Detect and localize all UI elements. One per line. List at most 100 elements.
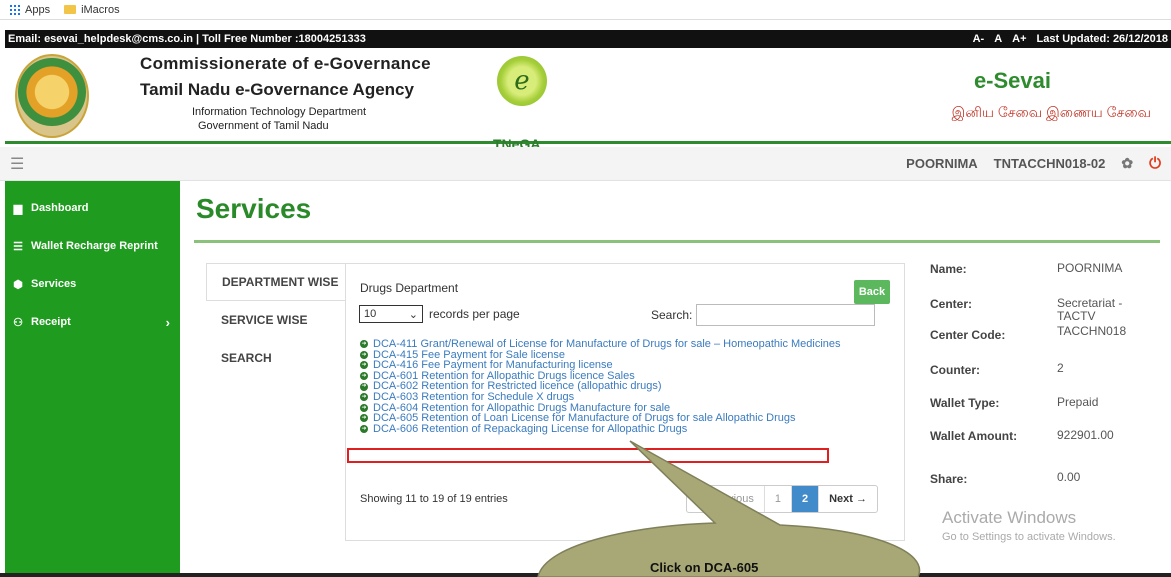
sidebar-item-wallet-recharge-reprint[interactable]: ☰ Wallet Recharge Reprint: [5, 227, 180, 265]
org-line2: Tamil Nadu e-Governance Agency: [140, 80, 414, 99]
sidebar-item-label: Receipt: [31, 316, 71, 328]
highlight-box: [347, 448, 829, 463]
center-code-value: TACCHN018: [1057, 324, 1127, 338]
folder-icon: [64, 5, 77, 14]
records-per-page: 10 ⌄ records per page: [359, 305, 520, 323]
power-icon[interactable]: ⏻: [1149, 155, 1161, 172]
contact-text: Email: esevai_helpdesk@cms.co.in | Toll …: [8, 33, 366, 45]
org-block: Commissionerate of e-Governance Tamil Na…: [140, 54, 431, 132]
font-large-button[interactable]: A+: [1012, 33, 1026, 45]
apps-bookmark[interactable]: Apps: [10, 4, 50, 16]
tab-list: DEPARTMENT WISE SERVICE WISE SEARCH: [206, 263, 346, 377]
org-line1: Commissionerate of e-Governance: [140, 54, 431, 73]
font-small-button[interactable]: A-: [973, 33, 985, 45]
arrow-circle-icon: ➜: [360, 350, 368, 359]
records-label: records per page: [429, 307, 520, 321]
name-label: Name:: [930, 262, 967, 276]
center-label: Center:: [930, 297, 973, 311]
arrow-circle-icon: ➜: [360, 372, 368, 381]
share-label: Share:: [930, 472, 968, 486]
sidebar: ▆ Dashboard ☰ Wallet Recharge Reprint ⬢ …: [5, 181, 180, 577]
entries-info: Showing 11 to 19 of 19 entries: [360, 493, 508, 505]
share-value: 0.00: [1057, 470, 1081, 484]
sidebar-item-dashboard[interactable]: ▆ Dashboard: [5, 189, 180, 227]
dashboard-icon: ▆: [13, 202, 23, 215]
watermark-title: Activate Windows: [942, 508, 1077, 527]
font-normal-button[interactable]: A: [994, 33, 1002, 45]
service-label: DCA-603 Retention for Schedule X drugs: [373, 390, 575, 403]
counter-label: Counter:: [930, 363, 980, 377]
sidebar-item-label: Services: [31, 278, 77, 290]
tab-department-wise[interactable]: DEPARTMENT WISE: [206, 263, 346, 301]
arrow-circle-icon: ➜: [360, 361, 368, 370]
user-code: TNTACCHN018-02: [993, 156, 1106, 171]
counter-value: 2: [1057, 361, 1064, 375]
records-select-value: 10: [364, 308, 377, 320]
tab-search[interactable]: SEARCH: [206, 339, 346, 377]
search-input[interactable]: [696, 304, 876, 326]
gear-icon[interactable]: ✿: [1121, 155, 1133, 172]
back-button[interactable]: Back: [854, 280, 890, 304]
user-bar: ☰ POORNIMA TNTACCHN018-02 ✿ ⏻: [0, 147, 1171, 181]
activate-windows-watermark: Activate Windows Go to Settings to activ…: [942, 508, 1116, 543]
esevai-brand: e-Sevai: [973, 68, 1051, 93]
tamilnadu-emblem-icon: [15, 54, 89, 138]
service-link-dca-606[interactable]: ➜ DCA-606 Retention of Repackaging Licens…: [360, 422, 841, 435]
service-label: DCA-606 Retention of Repackaging License…: [373, 422, 688, 435]
apps-grid-icon: [10, 4, 20, 15]
last-updated: Last Updated: 26/12/2018: [1036, 33, 1168, 45]
page-title: Services: [196, 193, 312, 224]
service-list: ➜ DCA-411 Grant/Renewal of License for Ma…: [360, 339, 841, 434]
records-select[interactable]: 10 ⌄: [359, 305, 423, 323]
sidebar-item-receipt[interactable]: ⚇ Receipt ›: [5, 303, 180, 341]
arrow-circle-icon: ➜: [360, 425, 368, 434]
services-icon: ⬢: [13, 278, 23, 291]
arrow-circle-icon: ➜: [360, 340, 368, 349]
previous-page-button[interactable]: ← Previous: [687, 486, 765, 512]
arrow-circle-icon: ➜: [360, 414, 368, 423]
services-panel: Drugs Department Back 10 ⌄ records per p…: [345, 263, 905, 541]
chevron-down-icon: ⌄: [408, 308, 418, 321]
wallet-type-label: Wallet Type:: [930, 396, 1000, 410]
callout-text: Click on DCA-605: [650, 560, 759, 575]
receipt-icon: ⚇: [13, 316, 23, 329]
center-code-label: Center Code:: [930, 328, 1006, 342]
name-value: POORNIMA: [1057, 261, 1123, 275]
pagination: ← Previous 1 2 Next →: [686, 485, 879, 513]
imacros-label: iMacros: [81, 3, 120, 16]
org-line3: Information Technology Department: [192, 106, 367, 118]
contact-bar: Email: esevai_helpdesk@cms.co.in | Toll …: [5, 30, 1171, 48]
watermark-subtitle: Go to Settings to activate Windows.: [942, 531, 1116, 543]
arrow-circle-icon: ➜: [360, 382, 368, 391]
arrow-circle-icon: ➜: [360, 403, 368, 412]
sidebar-item-services[interactable]: ⬢ Services: [5, 265, 180, 303]
search-group: Search:: [651, 304, 876, 326]
tab-service-wise[interactable]: SERVICE WISE: [206, 301, 346, 339]
sidebar-item-label: Dashboard: [31, 202, 89, 214]
site-header: Commissionerate of e-Governance Tamil Na…: [5, 48, 1171, 152]
apps-label: Apps: [25, 3, 51, 16]
hamburger-menu-icon[interactable]: ☰: [10, 154, 24, 174]
wallet-amount-value: 922901.00: [1057, 428, 1114, 442]
arrow-circle-icon: ➜: [360, 393, 368, 402]
bottom-strip: [0, 573, 1171, 577]
search-label: Search:: [651, 308, 693, 322]
page-1-button[interactable]: 1: [765, 486, 792, 512]
chevron-right-icon: ›: [165, 314, 170, 330]
wallet-amount-label: Wallet Amount:: [930, 429, 1018, 443]
imacros-bookmark[interactable]: iMacros: [64, 4, 120, 16]
wallet-type-value: Prepaid: [1057, 395, 1099, 409]
title-divider: [194, 240, 1160, 243]
service-label: DCA-411 Grant/Renewal of License for Man…: [373, 338, 841, 350]
center-value: Secretariat - TACTV: [1057, 296, 1123, 323]
page-2-button[interactable]: 2: [791, 486, 820, 512]
tamil-tagline: இனிய சேவை இணைய சேவை: [951, 104, 1151, 120]
org-line4: Government of Tamil Nadu: [198, 120, 329, 132]
sidebar-item-label: Wallet Recharge Reprint: [31, 240, 158, 252]
next-page-button[interactable]: Next →: [819, 486, 877, 512]
wallet-icon: ☰: [13, 240, 23, 253]
user-name: POORNIMA: [906, 156, 978, 171]
tnega-logo-icon: e: [497, 56, 547, 106]
service-link-dca-603[interactable]: ➜ DCA-603 Retention for Schedule X drugs: [360, 392, 841, 403]
service-link-dca-411[interactable]: ➜ DCA-411 Grant/Renewal of License for Ma…: [360, 339, 841, 350]
